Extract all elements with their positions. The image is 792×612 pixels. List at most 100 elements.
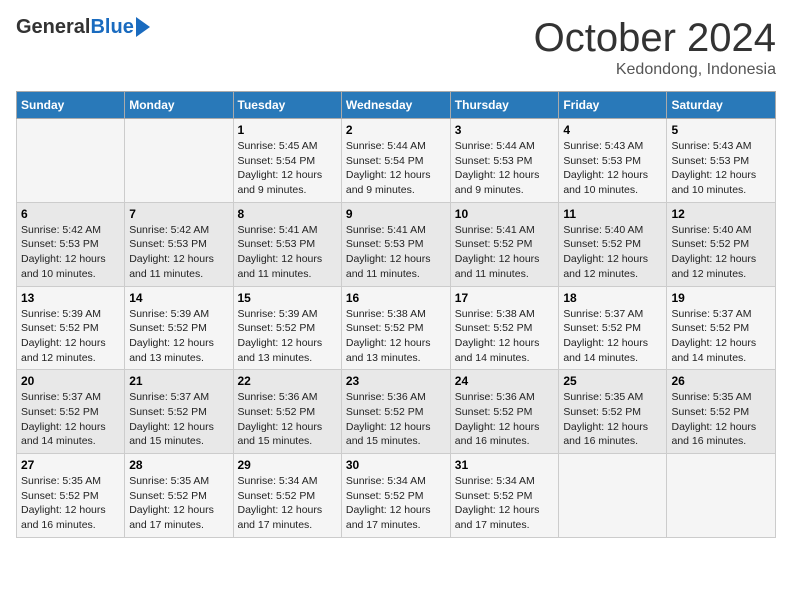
day-info: Sunrise: 5:41 AMSunset: 5:53 PMDaylight:… bbox=[238, 223, 337, 282]
day-info: Sunrise: 5:34 AMSunset: 5:52 PMDaylight:… bbox=[455, 474, 555, 533]
day-info: Sunrise: 5:35 AMSunset: 5:52 PMDaylight:… bbox=[671, 390, 771, 449]
day-info: Sunrise: 5:44 AMSunset: 5:53 PMDaylight:… bbox=[455, 139, 555, 198]
calendar-cell: 24 Sunrise: 5:36 AMSunset: 5:52 PMDayligh… bbox=[450, 370, 559, 454]
calendar-cell: 18 Sunrise: 5:37 AMSunset: 5:52 PMDayligh… bbox=[559, 286, 667, 370]
calendar-cell: 12Sunrise: 5:40 AMSunset: 5:52 PMDayligh… bbox=[667, 202, 776, 286]
day-number: 17 bbox=[455, 291, 555, 305]
day-info: Sunrise: 5:37 AMSunset: 5:52 PMDaylight:… bbox=[671, 307, 771, 366]
calendar-cell: 10 Sunrise: 5:41 AMSunset: 5:52 PMDayligh… bbox=[450, 202, 559, 286]
day-number: 3 bbox=[455, 123, 555, 137]
day-info: Sunrise: 5:36 AMSunset: 5:52 PMDaylight:… bbox=[455, 390, 555, 449]
title-section: October 2024 Kedondong, Indonesia bbox=[534, 16, 776, 79]
calendar-cell: 26 Sunrise: 5:35 AMSunset: 5:52 PMDayligh… bbox=[667, 370, 776, 454]
day-info: Sunrise: 5:42 AMSunset: 5:53 PMDaylight:… bbox=[129, 223, 228, 282]
day-number: 12 bbox=[671, 207, 771, 221]
day-number: 16 bbox=[346, 291, 446, 305]
day-number: 21 bbox=[129, 374, 228, 388]
calendar-week-row: 13 Sunrise: 5:39 AMSunset: 5:52 PMDayligh… bbox=[17, 286, 776, 370]
weekday-header: Wednesday bbox=[341, 92, 450, 119]
calendar-cell: 11 Sunrise: 5:40 AMSunset: 5:52 PMDayligh… bbox=[559, 202, 667, 286]
day-number: 30 bbox=[346, 458, 446, 472]
logo-blue-text: Blue bbox=[90, 16, 133, 39]
day-number: 22 bbox=[238, 374, 337, 388]
calendar-cell: 4Sunrise: 5:43 AMSunset: 5:53 PMDaylight… bbox=[559, 119, 667, 203]
day-number: 31 bbox=[455, 458, 555, 472]
day-info: Sunrise: 5:38 AMSunset: 5:52 PMDaylight:… bbox=[455, 307, 555, 366]
day-number: 2 bbox=[346, 123, 446, 137]
calendar-cell: 6 Sunrise: 5:42 AMSunset: 5:53 PMDaylight… bbox=[17, 202, 125, 286]
calendar-table: SundayMondayTuesdayWednesdayThursdayFrid… bbox=[16, 91, 776, 538]
calendar-cell: 21 Sunrise: 5:37 AMSunset: 5:52 PMDayligh… bbox=[125, 370, 233, 454]
calendar-cell: 29Sunrise: 5:34 AMSunset: 5:52 PMDayligh… bbox=[233, 454, 341, 538]
day-number: 24 bbox=[455, 374, 555, 388]
day-info: Sunrise: 5:42 AMSunset: 5:53 PMDaylight:… bbox=[21, 223, 120, 282]
day-number: 26 bbox=[671, 374, 771, 388]
calendar-cell: 3 Sunrise: 5:44 AMSunset: 5:53 PMDaylight… bbox=[450, 119, 559, 203]
calendar-cell: 22Sunrise: 5:36 AMSunset: 5:52 PMDayligh… bbox=[233, 370, 341, 454]
day-info: Sunrise: 5:35 AMSunset: 5:52 PMDaylight:… bbox=[563, 390, 662, 449]
day-number: 14 bbox=[129, 291, 228, 305]
weekday-header: Friday bbox=[559, 92, 667, 119]
day-info: Sunrise: 5:36 AMSunset: 5:52 PMDaylight:… bbox=[346, 390, 446, 449]
day-number: 27 bbox=[21, 458, 120, 472]
day-info: Sunrise: 5:43 AMSunset: 5:53 PMDaylight:… bbox=[671, 139, 771, 198]
weekday-header: Sunday bbox=[17, 92, 125, 119]
day-number: 15 bbox=[238, 291, 337, 305]
day-number: 10 bbox=[455, 207, 555, 221]
day-info: Sunrise: 5:39 AMSunset: 5:52 PMDaylight:… bbox=[21, 307, 120, 366]
day-number: 29 bbox=[238, 458, 337, 472]
day-info: Sunrise: 5:41 AMSunset: 5:52 PMDaylight:… bbox=[455, 223, 555, 282]
calendar-cell: 19 Sunrise: 5:37 AMSunset: 5:52 PMDayligh… bbox=[667, 286, 776, 370]
calendar-week-row: 1 Sunrise: 5:45 AMSunset: 5:54 PMDaylight… bbox=[17, 119, 776, 203]
day-info: Sunrise: 5:45 AMSunset: 5:54 PMDaylight:… bbox=[238, 139, 337, 198]
weekday-header: Thursday bbox=[450, 92, 559, 119]
calendar-cell bbox=[559, 454, 667, 538]
calendar-cell: 30Sunrise: 5:34 AMSunset: 5:52 PMDayligh… bbox=[341, 454, 450, 538]
day-info: Sunrise: 5:44 AMSunset: 5:54 PMDaylight:… bbox=[346, 139, 446, 198]
calendar-cell bbox=[17, 119, 125, 203]
day-number: 6 bbox=[21, 207, 120, 221]
calendar-week-row: 6 Sunrise: 5:42 AMSunset: 5:53 PMDaylight… bbox=[17, 202, 776, 286]
calendar-cell: 25Sunrise: 5:35 AMSunset: 5:52 PMDayligh… bbox=[559, 370, 667, 454]
day-info: Sunrise: 5:37 AMSunset: 5:52 PMDaylight:… bbox=[129, 390, 228, 449]
day-info: Sunrise: 5:35 AMSunset: 5:52 PMDaylight:… bbox=[21, 474, 120, 533]
day-number: 18 bbox=[563, 291, 662, 305]
calendar-cell: 16 Sunrise: 5:38 AMSunset: 5:52 PMDayligh… bbox=[341, 286, 450, 370]
day-number: 1 bbox=[238, 123, 337, 137]
weekday-header: Tuesday bbox=[233, 92, 341, 119]
page-header: General Blue October 2024 Kedondong, Ind… bbox=[16, 16, 776, 79]
calendar-cell: 31 Sunrise: 5:34 AMSunset: 5:52 PMDayligh… bbox=[450, 454, 559, 538]
day-info: Sunrise: 5:39 AMSunset: 5:52 PMDaylight:… bbox=[238, 307, 337, 366]
calendar-header-row: SundayMondayTuesdayWednesdayThursdayFrid… bbox=[17, 92, 776, 119]
day-number: 7 bbox=[129, 207, 228, 221]
calendar-cell: 17 Sunrise: 5:38 AMSunset: 5:52 PMDayligh… bbox=[450, 286, 559, 370]
day-number: 9 bbox=[346, 207, 446, 221]
calendar-cell: 13 Sunrise: 5:39 AMSunset: 5:52 PMDayligh… bbox=[17, 286, 125, 370]
day-info: Sunrise: 5:39 AMSunset: 5:52 PMDaylight:… bbox=[129, 307, 228, 366]
location-subtitle: Kedondong, Indonesia bbox=[534, 61, 776, 79]
day-number: 13 bbox=[21, 291, 120, 305]
calendar-week-row: 27 Sunrise: 5:35 AMSunset: 5:52 PMDayligh… bbox=[17, 454, 776, 538]
day-info: Sunrise: 5:35 AMSunset: 5:52 PMDaylight:… bbox=[129, 474, 228, 533]
calendar-cell: 2 Sunrise: 5:44 AMSunset: 5:54 PMDaylight… bbox=[341, 119, 450, 203]
calendar-cell: 15 Sunrise: 5:39 AMSunset: 5:52 PMDayligh… bbox=[233, 286, 341, 370]
day-number: 5 bbox=[671, 123, 771, 137]
day-info: Sunrise: 5:40 AMSunset: 5:52 PMDaylight:… bbox=[563, 223, 662, 282]
calendar-cell: 9Sunrise: 5:41 AMSunset: 5:53 PMDaylight… bbox=[341, 202, 450, 286]
weekday-header: Monday bbox=[125, 92, 233, 119]
calendar-cell: 8 Sunrise: 5:41 AMSunset: 5:53 PMDaylight… bbox=[233, 202, 341, 286]
day-number: 20 bbox=[21, 374, 120, 388]
calendar-cell: 20 Sunrise: 5:37 AMSunset: 5:52 PMDayligh… bbox=[17, 370, 125, 454]
day-number: 4 bbox=[563, 123, 662, 137]
day-number: 8 bbox=[238, 207, 337, 221]
day-info: Sunrise: 5:38 AMSunset: 5:52 PMDaylight:… bbox=[346, 307, 446, 366]
calendar-cell: 28Sunrise: 5:35 AMSunset: 5:52 PMDayligh… bbox=[125, 454, 233, 538]
calendar-cell: 14 Sunrise: 5:39 AMSunset: 5:52 PMDayligh… bbox=[125, 286, 233, 370]
day-number: 11 bbox=[563, 207, 662, 221]
day-info: Sunrise: 5:37 AMSunset: 5:52 PMDaylight:… bbox=[21, 390, 120, 449]
calendar-cell: 5 Sunrise: 5:43 AMSunset: 5:53 PMDaylight… bbox=[667, 119, 776, 203]
day-info: Sunrise: 5:37 AMSunset: 5:52 PMDaylight:… bbox=[563, 307, 662, 366]
day-number: 19 bbox=[671, 291, 771, 305]
day-number: 23 bbox=[346, 374, 446, 388]
calendar-cell: 23 Sunrise: 5:36 AMSunset: 5:52 PMDayligh… bbox=[341, 370, 450, 454]
